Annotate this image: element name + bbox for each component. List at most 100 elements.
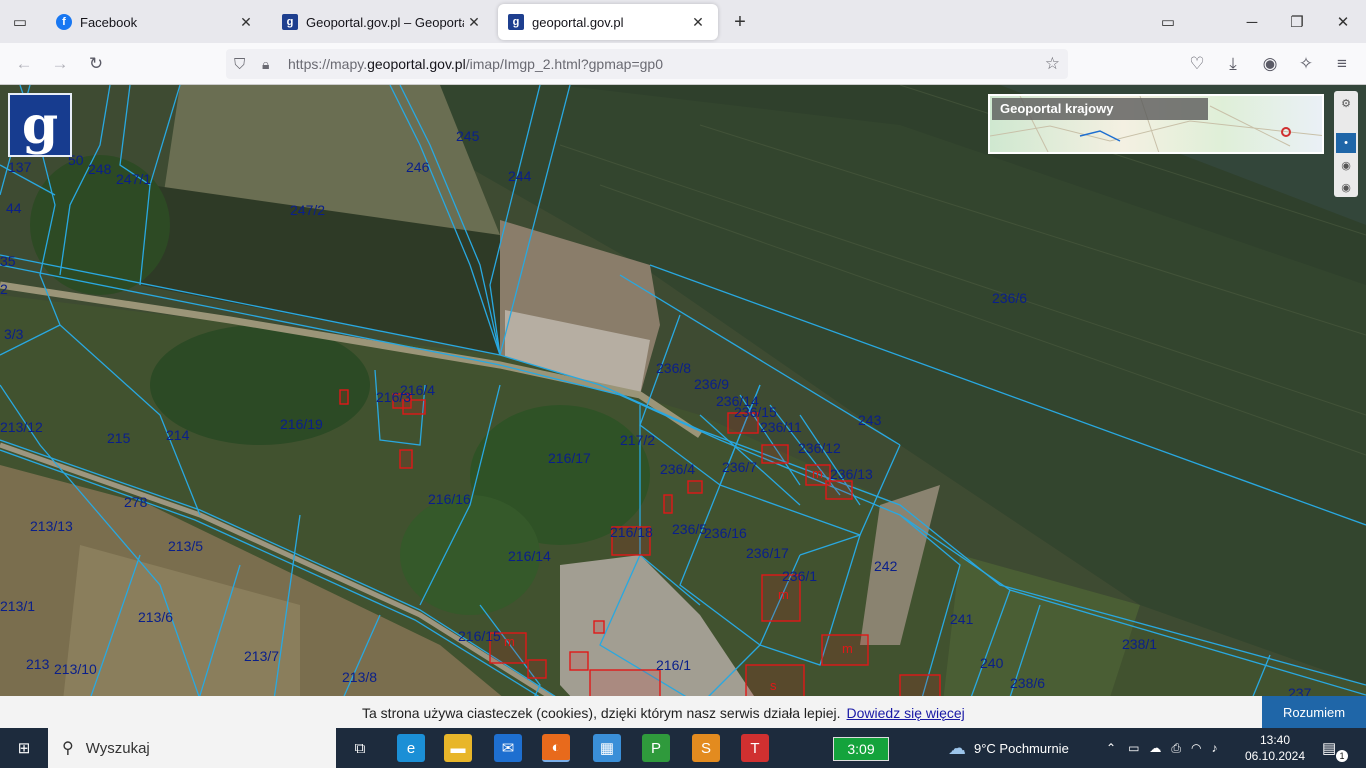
parcel-label: 248 xyxy=(88,161,112,177)
parcel-label: 216/1 xyxy=(656,657,692,673)
windows-start-icon[interactable]: ⊞ xyxy=(10,734,38,762)
parcel-label: 238/1 xyxy=(1122,636,1158,652)
parcel-label: 236/9 xyxy=(694,376,730,392)
parcel-label: 137 xyxy=(8,159,32,175)
building-label: m xyxy=(842,641,853,656)
parcel-label: 216/19 xyxy=(280,416,323,432)
address-bar[interactable]: ⛉ 🔒︎ https://mapy.geoportal.gov.pl/imap/… xyxy=(226,49,1068,79)
close-tab-icon[interactable]: ✕ xyxy=(236,14,256,31)
parcel-label: 213/13 xyxy=(30,518,73,534)
weather-widget[interactable]: ☁ 9°C Pochmurnie xyxy=(948,728,1069,768)
parcel-label: 216/16 xyxy=(428,491,471,507)
tab-list-icon[interactable]: ▭ xyxy=(6,8,34,36)
lock-icon[interactable]: 🔒︎ xyxy=(262,56,269,73)
parcel-label: 241 xyxy=(950,611,974,627)
cookie-banner: Ta strona używa ciasteczek (cookies), dz… xyxy=(0,696,1366,728)
notifications-icon[interactable]: ▤ 1 xyxy=(1322,728,1348,768)
parcel-label: 236/11 xyxy=(760,419,802,435)
edge-icon[interactable]: e xyxy=(397,734,425,762)
onedrive-icon[interactable]: ☁ xyxy=(1149,741,1161,755)
new-tab-icon[interactable]: + xyxy=(726,8,754,36)
forward-icon[interactable]: → xyxy=(47,51,73,77)
parcel-label: 216/15 xyxy=(458,628,501,644)
app-t-icon[interactable]: T xyxy=(741,734,769,762)
downloads-icon[interactable]: ⤓ xyxy=(1220,51,1246,77)
parcel-label: 213/6 xyxy=(138,609,174,625)
cloud-icon: ☁ xyxy=(948,737,966,758)
restore-icon[interactable]: ❐ xyxy=(1283,8,1311,36)
parcel-label: 213/8 xyxy=(342,669,378,685)
map-view[interactable]: 137 50 248 247/1 44 35 2 3/3 247/2 246 245 244 236/6… xyxy=(0,85,1366,728)
overview-title: Geoportal krajowy xyxy=(992,98,1208,120)
parcel-label: 278 xyxy=(124,494,148,510)
parcel-label: 236/16 xyxy=(704,525,747,541)
close-window-icon[interactable]: ✕ xyxy=(1329,8,1357,36)
parcel-label: 213/10 xyxy=(54,661,97,677)
pocket-icon[interactable]: ♡ xyxy=(1184,51,1210,77)
parcel-label: 35 xyxy=(0,253,16,269)
wifi-icon[interactable]: ◠ xyxy=(1191,741,1201,755)
firefox-icon[interactable]: ◐ xyxy=(542,734,570,762)
close-tab-icon[interactable]: ✕ xyxy=(464,14,484,31)
bookmark-star-icon[interactable]: ☆ xyxy=(1045,54,1060,74)
geoportal-logo[interactable]: g xyxy=(8,93,72,157)
network-icon[interactable]: ⎙ xyxy=(1171,741,1181,756)
building-label: m xyxy=(812,466,823,481)
store-icon[interactable]: ▦ xyxy=(593,734,621,762)
mail-icon[interactable]: ✉ xyxy=(494,734,522,762)
battery-icon[interactable]: ▭ xyxy=(1128,741,1139,755)
planner-icon[interactable]: P xyxy=(642,734,670,762)
cookie-learn-more-link[interactable]: Dowiedz się więcej xyxy=(847,705,965,721)
url-domain: geoportal.gov.pl xyxy=(367,56,466,72)
parcel-label: 246 xyxy=(406,159,430,175)
pan-mode-icon[interactable]: • xyxy=(1336,133,1356,153)
parcel-label: 214 xyxy=(166,427,190,443)
overview-map[interactable]: Geoportal krajowy xyxy=(988,94,1324,154)
cookie-accept-button[interactable]: Rozumiem xyxy=(1262,696,1366,728)
parcel-label: 244 xyxy=(508,168,532,184)
parcel-label: 213 xyxy=(26,656,50,672)
parcel-label: 213/5 xyxy=(168,538,204,554)
volume-icon[interactable]: ♪ xyxy=(1212,741,1218,755)
app-s-icon[interactable]: S xyxy=(692,734,720,762)
task-view-icon[interactable]: ⧉ xyxy=(346,734,374,762)
taskbar-search[interactable]: ⚲ Wyszukaj xyxy=(48,728,336,768)
search-placeholder: Wyszukaj xyxy=(85,739,150,757)
clock[interactable]: 13:40 06.10.2024 xyxy=(1245,728,1305,768)
parcel-label: 247/2 xyxy=(290,202,326,218)
map-controls: ⚙ • ◉ ◉ xyxy=(1334,91,1358,197)
layers-icon[interactable]: ⚙ xyxy=(1336,93,1356,113)
taskbar: ⊞ ⚲ Wyszukaj ⧉ e ▬ ✉ ◐ ▦ P S T 3:09 ☁ 9°… xyxy=(0,728,1366,768)
parcel-label: 213/1 xyxy=(0,598,36,614)
account-icon[interactable]: ◉ xyxy=(1257,51,1283,77)
reload-icon[interactable]: ↻ xyxy=(83,51,109,77)
parcel-label: 216/14 xyxy=(508,548,551,564)
menu-icon[interactable]: ≡ xyxy=(1329,51,1355,77)
tab-title: Facebook xyxy=(80,14,138,30)
building-label: s xyxy=(770,678,777,693)
chevron-up-icon[interactable]: ⌃ xyxy=(1106,741,1116,755)
extensions-icon[interactable]: ✧ xyxy=(1293,51,1319,77)
preview-icon[interactable]: ◉ xyxy=(1336,155,1356,175)
shield-icon[interactable]: ⛉ xyxy=(234,56,245,73)
parcel-label: 236/8 xyxy=(656,360,692,376)
parcel-label: 236/5 xyxy=(672,521,708,537)
browser-window: ▭ f Facebook ✕ g Geoportal.gov.pl – Geop… xyxy=(0,0,1366,85)
close-tab-icon[interactable]: ✕ xyxy=(688,14,708,31)
parcel-label: 236/6 xyxy=(992,290,1028,306)
tab-geoportal-active[interactable]: g geoportal.gov.pl ✕ xyxy=(498,4,718,40)
back-icon[interactable]: ← xyxy=(11,51,37,77)
file-explorer-icon[interactable]: ▬ xyxy=(444,734,472,762)
minimize-icon[interactable]: ─ xyxy=(1238,8,1266,36)
parcel-label: 247/1 xyxy=(116,171,152,187)
parcel-label: 213/7 xyxy=(244,648,280,664)
parcel-label: 242 xyxy=(874,558,898,574)
parcel-label: 236/13 xyxy=(830,466,873,482)
tab-facebook[interactable]: f Facebook ✕ xyxy=(46,4,266,40)
picture-in-picture-icon[interactable]: ▭ xyxy=(1154,8,1182,36)
view-icon[interactable]: ◉ xyxy=(1336,177,1356,197)
navigation-bar: ← → ↻ ⛉ 🔒︎ https://mapy.geoportal.gov.pl… xyxy=(0,43,1366,85)
parcel-label: 245 xyxy=(456,128,480,144)
battery-timer[interactable]: 3:09 xyxy=(833,737,889,761)
tab-geoportal-infr[interactable]: g Geoportal.gov.pl – Geoportal Infr ✕ xyxy=(272,4,494,40)
